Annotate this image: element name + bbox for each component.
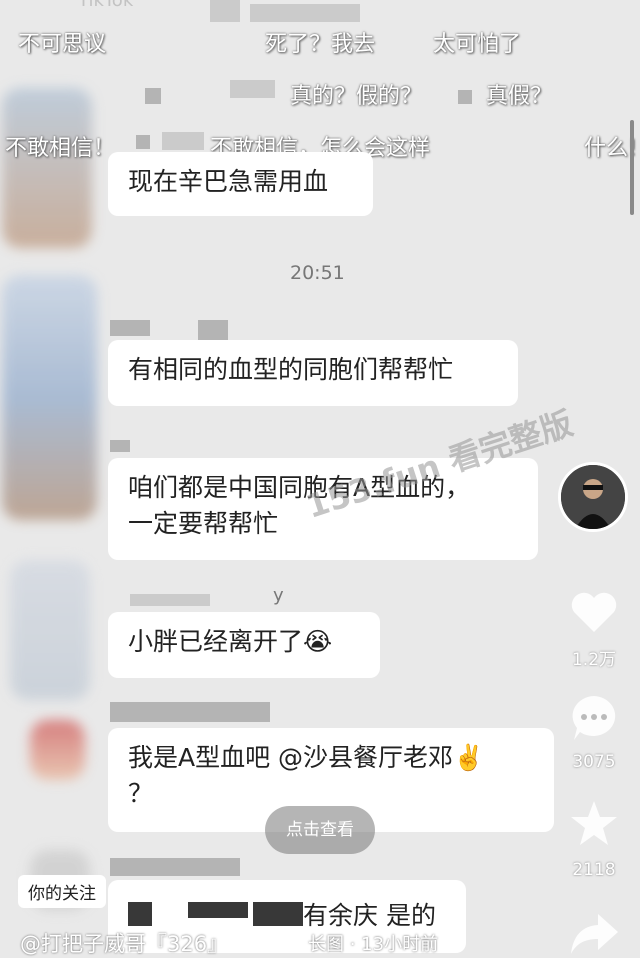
- chat-message: 小胖已经离开了😭: [108, 612, 380, 678]
- pixelated-name: [250, 4, 360, 22]
- share-arrow-icon[interactable]: [568, 906, 620, 958]
- top-hint: TikTok: [78, 0, 134, 11]
- star-icon[interactable]: [568, 798, 620, 850]
- sender-fragment: y: [273, 585, 284, 606]
- comment-count: 3075: [572, 752, 616, 772]
- pixelated-name: [110, 858, 240, 876]
- favorite-count: 2118: [572, 860, 616, 880]
- blurred-avatar: [10, 560, 90, 700]
- danmaku-comment: 太可怕了: [433, 32, 522, 57]
- view-button[interactable]: 点击查看: [265, 806, 375, 854]
- pixelated-name: [458, 90, 472, 104]
- blurred-avatar: [30, 720, 85, 780]
- danmaku-comment: 真假？: [486, 84, 553, 109]
- heart-icon[interactable]: [568, 586, 620, 638]
- pixelated-name: [110, 440, 130, 452]
- chat-message: 现在辛巴急需用血: [108, 152, 373, 216]
- pixelated-name: [230, 80, 275, 98]
- chat-message: 有相同的血型的同胞们帮帮忙: [108, 340, 518, 406]
- pixelated-name: [110, 702, 270, 722]
- follow-badge: 你的关注: [18, 875, 106, 908]
- redacted-block: [253, 902, 303, 926]
- blurred-avatar: [2, 88, 92, 248]
- like-count: 1.2万: [571, 650, 617, 670]
- redacted-block: [188, 902, 248, 918]
- redacted-block: [128, 902, 152, 926]
- scrollbar-thumb[interactable]: [630, 120, 634, 215]
- person-icon: [561, 465, 625, 529]
- pixelated-name: [130, 594, 210, 606]
- pixelated-name: [136, 135, 150, 149]
- chat-message-text: 有余庆 是的: [303, 901, 436, 930]
- pixelated-name: [110, 320, 150, 336]
- danmaku-comment: 真的？假的？: [290, 84, 423, 109]
- creator-avatar[interactable]: [558, 462, 628, 532]
- blurred-avatar: [2, 275, 97, 520]
- danmaku-comment: 死了？我去: [265, 32, 376, 57]
- chat-timestamp: 20:51: [290, 262, 345, 284]
- pixelated-name: [145, 88, 161, 104]
- comment-bubble-icon[interactable]: [568, 692, 620, 744]
- author-name[interactable]: @打把子威哥『326』: [20, 928, 228, 958]
- pixelated-name: [198, 320, 228, 340]
- pixelated-name: [162, 132, 204, 150]
- danmaku-comment: 不敢相信！: [5, 136, 116, 161]
- pixelated-name: [210, 0, 240, 22]
- danmaku-comment: 不可思议: [18, 32, 107, 57]
- danmaku-comment: 什么!: [584, 136, 637, 161]
- post-meta: 长图 · 13小时前: [308, 934, 439, 955]
